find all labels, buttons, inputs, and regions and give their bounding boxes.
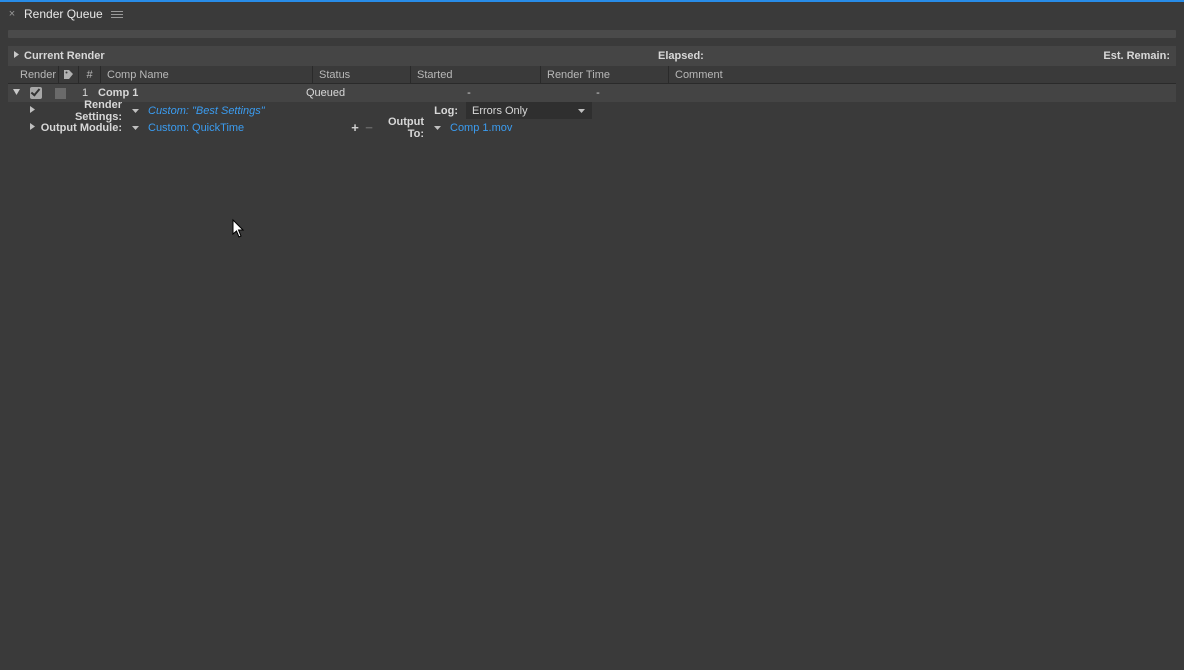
remove-output-module-button: − — [362, 121, 376, 135]
panel-title[interactable]: Render Queue — [24, 7, 103, 21]
add-output-module-button[interactable]: + — [348, 121, 362, 135]
current-render-twirl-icon[interactable] — [8, 50, 24, 62]
item-twirl-icon[interactable] — [8, 87, 24, 99]
output-module-label: Output Module: — [38, 122, 122, 134]
column-number[interactable]: # — [78, 66, 100, 83]
item-comp-name: Comp 1 — [98, 87, 306, 99]
column-render-time[interactable]: Render Time — [540, 66, 668, 83]
tag-icon — [63, 69, 74, 80]
column-header-row: Render # Comp Name Status Started Render… — [8, 66, 1176, 84]
output-to-section: + − Output To: Comp 1.mov — [348, 116, 512, 140]
current-render-header: Current Render Elapsed: Est. Remain: — [8, 46, 1176, 66]
output-to-label: Output To: — [376, 116, 424, 140]
item-render-checkbox[interactable] — [24, 87, 48, 99]
output-module-dropdown-icon[interactable] — [128, 125, 142, 131]
output-module-value-link[interactable]: Custom: QuickTime — [148, 122, 244, 134]
elapsed-label: Elapsed: — [658, 50, 704, 62]
item-started: - — [404, 87, 534, 99]
mouse-cursor-icon — [232, 219, 246, 242]
render-progress-bar — [8, 30, 1176, 38]
column-comp-name[interactable]: Comp Name — [100, 66, 312, 83]
column-label[interactable] — [58, 66, 78, 83]
output-module-twirl-icon[interactable] — [26, 122, 38, 134]
column-render[interactable]: Render — [8, 66, 58, 83]
panel-menu-icon[interactable] — [111, 11, 123, 18]
output-to-dropdown-icon[interactable] — [430, 125, 444, 131]
est-remain-label: Est. Remain: — [1103, 50, 1170, 62]
render-settings-row: Render Settings: Custom: "Best Settings"… — [8, 102, 1176, 119]
item-number: 1 — [72, 87, 98, 99]
column-status[interactable]: Status — [312, 66, 410, 83]
chevron-down-icon — [577, 105, 586, 117]
item-label-swatch[interactable] — [48, 88, 72, 99]
render-settings-twirl-icon[interactable] — [26, 105, 38, 117]
render-settings-dropdown-icon[interactable] — [128, 108, 142, 114]
render-settings-label: Render Settings: — [38, 99, 122, 123]
render-item-row[interactable]: 1 Comp 1 Queued - - — [8, 84, 1176, 102]
column-comment[interactable]: Comment — [668, 66, 756, 83]
panel-tab-bar: × Render Queue — [0, 2, 1184, 26]
current-render-label: Current Render — [24, 50, 105, 62]
render-settings-value-link[interactable]: Custom: "Best Settings" — [148, 105, 265, 117]
close-panel-icon[interactable]: × — [6, 8, 18, 20]
item-status: Queued — [306, 87, 404, 99]
item-render-time: - — [534, 87, 662, 99]
output-module-row: Output Module: Custom: QuickTime + − Out… — [8, 119, 1176, 136]
column-started[interactable]: Started — [410, 66, 540, 83]
output-to-value-link[interactable]: Comp 1.mov — [450, 122, 512, 134]
